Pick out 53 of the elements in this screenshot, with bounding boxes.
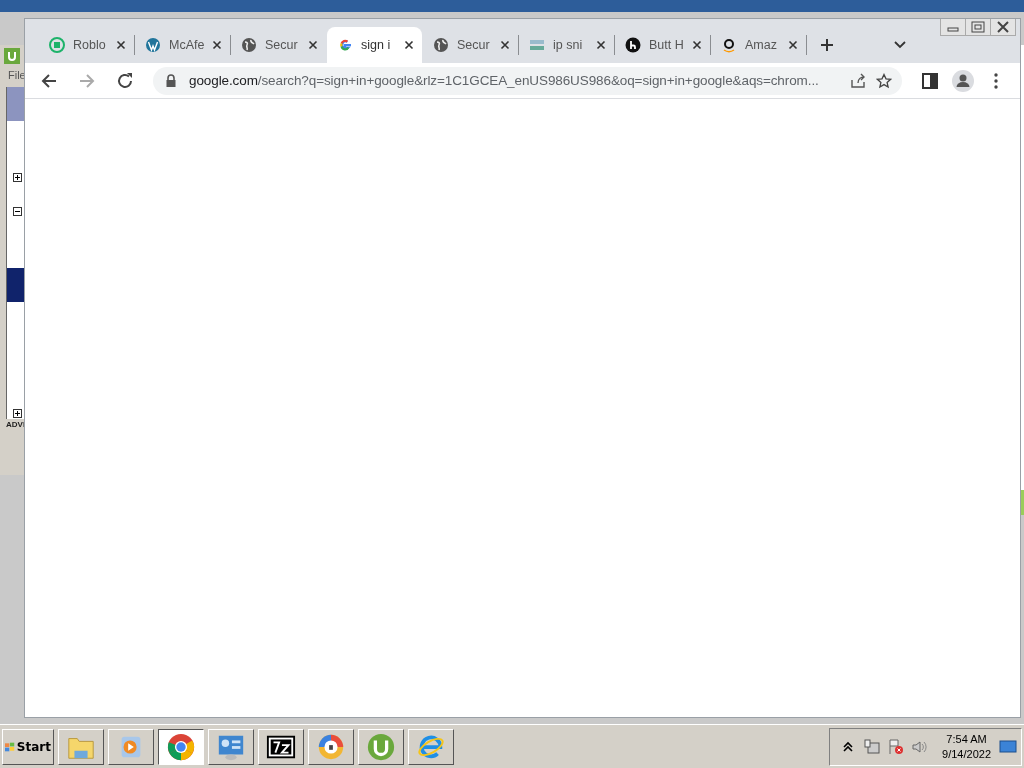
close-icon[interactable]: [500, 40, 510, 50]
taskbar-button[interactable]: [158, 728, 204, 765]
g-logo-icon: [337, 37, 353, 53]
tab-title: McAfe: [169, 38, 204, 52]
time-text: 7:54 AM: [946, 731, 987, 747]
flag-error-icon[interactable]: [888, 738, 905, 755]
start-button[interactable]: Start: [2, 728, 54, 765]
globe-icon: [433, 37, 449, 53]
profile-avatar-icon[interactable]: [952, 69, 974, 92]
expand-icon[interactable]: [13, 173, 22, 182]
close-icon[interactable]: [596, 40, 606, 50]
circle-logo-icon: [49, 37, 65, 53]
star-icon[interactable]: [876, 72, 892, 89]
close-icon[interactable]: [788, 40, 798, 50]
plus-icon[interactable]: [819, 37, 835, 53]
tab-title: Secur: [457, 38, 491, 52]
browser-tab[interactable]: Butt H: [615, 27, 710, 63]
globe-icon: [241, 37, 257, 53]
logo-icon: [529, 37, 545, 53]
date-text: 9/14/2022: [942, 746, 991, 762]
address-bar[interactable]: google.com/search?q=sign+in+google&rlz=1C1GCEA_enUS986US986&oq=sign+in+google&aqs=chrom...: [153, 66, 902, 95]
browser-tab[interactable]: ip sni: [519, 27, 614, 63]
close-icon[interactable]: [116, 40, 126, 50]
close-icon[interactable]: [404, 40, 414, 50]
browser-tab[interactable]: Secur: [231, 27, 326, 63]
circle-logo-icon: [145, 37, 161, 53]
browser-tab[interactable]: Roblo: [39, 27, 134, 63]
browser-tab[interactable]: sign i: [327, 27, 422, 63]
circle-logo-icon: [625, 37, 641, 53]
close-icon[interactable]: [308, 40, 318, 50]
share-icon[interactable]: [850, 72, 866, 89]
tab-title: ip sni: [553, 38, 584, 52]
desktop-icon[interactable]: [999, 739, 1017, 754]
tab-title: Amaz: [745, 38, 778, 52]
close-icon[interactable]: [692, 40, 702, 50]
app-logo-icon: [4, 48, 20, 64]
tab-title: Roblo: [73, 38, 107, 52]
network-icon[interactable]: [864, 738, 881, 755]
browser-tab[interactable]: McAfe: [135, 27, 230, 63]
browser-tab[interactable]: Secur: [423, 27, 518, 63]
chevron-down-icon[interactable]: [893, 40, 907, 50]
expand-icon[interactable]: [13, 409, 22, 418]
torrent-logo-icon: [366, 731, 396, 762]
tab-title: Butt H: [649, 38, 684, 52]
chrome-logo-icon: [166, 731, 196, 762]
tab-title: sign i: [361, 38, 392, 52]
url-text: google.com/search?q=sign+in+google&rlz=1C1GCEA_enUS986US986&oq=sign+in+google&aqs=chrom...: [189, 73, 820, 88]
menu-item[interactable]: File: [8, 69, 26, 81]
clock[interactable]: 7:54 AM 9/14/2022: [942, 731, 991, 762]
close-icon[interactable]: [212, 40, 222, 50]
tab-title: Secur: [265, 38, 299, 52]
browser-tab[interactable]: Amaz: [711, 27, 806, 63]
collapse-icon[interactable]: [13, 207, 22, 216]
